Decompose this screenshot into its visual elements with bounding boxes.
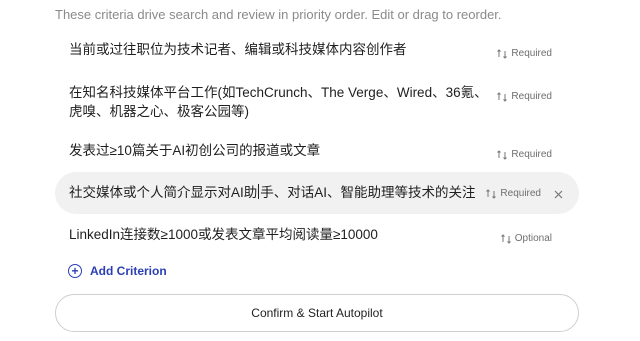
criterion-text[interactable]: 发表过≥10篇关于AI初创公司的报道或文章: [69, 141, 489, 160]
criterion-text-after-caret: 手、对话AI、智能助理等技术的关注: [260, 185, 476, 200]
criterion-priority[interactable]: Required: [486, 188, 541, 199]
criterion-row[interactable]: 在知名科技媒体平台工作(如TechCrunch、The Verge、Wired、…: [55, 80, 579, 124]
criterion-row[interactable]: LinkedIn连接数≥1000或发表文章平均阅读量≥10000 Optiona…: [55, 222, 579, 252]
criterion-text[interactable]: 社交媒体或个人简介显示对AI助 手、对话AI、智能助理等技术的关注: [69, 183, 489, 202]
criterion-text-before-caret: 社交媒体或个人简介显示对AI助: [69, 185, 258, 200]
criterion-text[interactable]: 在知名科技媒体平台工作(如TechCrunch、The Verge、Wired、…: [69, 83, 489, 121]
criterion-priority[interactable]: Required: [497, 149, 552, 160]
criterion-priority-label: Required: [511, 91, 552, 102]
confirm-start-autopilot-button[interactable]: Confirm & Start Autopilot: [55, 294, 579, 332]
criteria-hint: These criteria drive search and review i…: [55, 7, 502, 22]
criterion-priority-label: Required: [511, 149, 552, 160]
swap-arrows-icon: [497, 91, 508, 102]
criterion-priority[interactable]: Required: [497, 91, 552, 102]
close-icon: [554, 190, 562, 198]
criterion-priority-label: Required: [500, 188, 541, 199]
swap-arrows-icon: [486, 188, 497, 199]
criterion-priority-label: Optional: [514, 233, 552, 244]
swap-arrows-icon: [500, 233, 511, 244]
add-criterion-label: Add Criterion: [90, 264, 167, 278]
swap-arrows-icon: [497, 149, 508, 160]
criterion-priority-label: Required: [511, 48, 552, 59]
criterion-priority[interactable]: Optional: [500, 233, 552, 244]
criterion-text[interactable]: LinkedIn连接数≥1000或发表文章平均阅读量≥10000: [69, 225, 489, 244]
confirm-label: Confirm & Start Autopilot: [251, 306, 383, 320]
add-criterion-button[interactable]: + Add Criterion: [68, 264, 167, 278]
criterion-row[interactable]: 发表过≥10篇关于AI初创公司的报道或文章 Required: [55, 138, 579, 168]
criterion-priority[interactable]: Required: [497, 48, 552, 59]
remove-criterion-button[interactable]: [551, 187, 565, 201]
plus-circle-icon: +: [68, 264, 82, 278]
criterion-row[interactable]: 当前或过往职位为技术记者、编辑或科技媒体内容创作者 Required: [55, 36, 579, 66]
criterion-text[interactable]: 当前或过往职位为技术记者、编辑或科技媒体内容创作者: [69, 40, 489, 59]
criterion-row-active[interactable]: 社交媒体或个人简介显示对AI助 手、对话AI、智能助理等技术的关注 Require…: [55, 172, 579, 214]
swap-arrows-icon: [497, 48, 508, 59]
